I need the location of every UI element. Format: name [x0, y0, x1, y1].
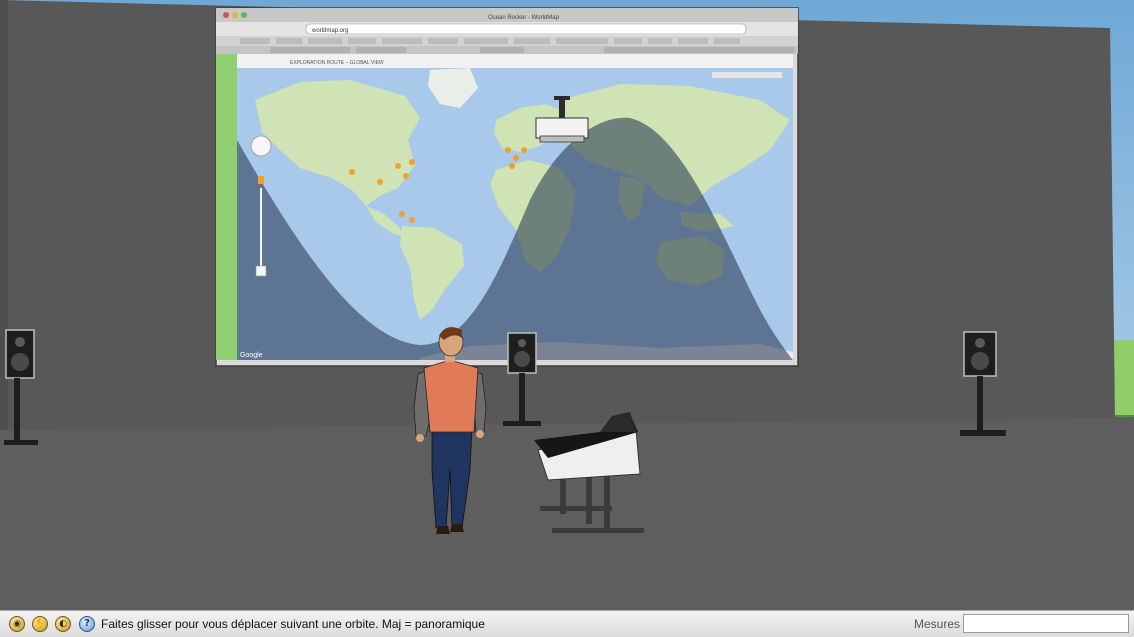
browser-window-title: Ocean Rocker - WorldMap [488, 15, 560, 21]
status-hint-text: Faites glisser pour vous déplacer suivan… [101, 617, 485, 631]
map-heading: EXPLORATION ROUTE – GLOBAL VIEW [290, 60, 384, 66]
url-text: worldmap.org [311, 28, 348, 34]
help-icon[interactable]: ? [79, 616, 95, 632]
map-attribution: Google [240, 352, 263, 359]
pan-icon[interactable]: ✋ [32, 616, 48, 632]
3d-viewport[interactable]: Ocean Rocker - WorldMap worldmap.org EXP… [0, 0, 1134, 610]
zoom-icon[interactable]: ◐ [55, 616, 71, 632]
world-map: EXPLORATION ROUTE – GLOBAL VIEW Google [237, 54, 793, 360]
projected-browser-window: Ocean Rocker - WorldMap worldmap.org EXP… [215, 7, 799, 367]
map-pegman-icon [258, 176, 264, 184]
url-bar [305, 23, 747, 35]
measures-input[interactable] [963, 614, 1129, 633]
3d-scene[interactable]: Ocean Rocker - WorldMap worldmap.org EXP… [0, 0, 1134, 610]
measures-label: Mesures [914, 617, 961, 631]
status-bar: ◉ ✋ ◐ ? Faites glisser pour vous déplace… [0, 610, 1134, 637]
zoom-dot-icon [241, 12, 247, 18]
minimize-dot-icon [232, 12, 238, 18]
map-pan-control-icon [250, 135, 272, 157]
close-dot-icon [223, 12, 229, 18]
orbit-icon[interactable]: ◉ [9, 616, 25, 632]
